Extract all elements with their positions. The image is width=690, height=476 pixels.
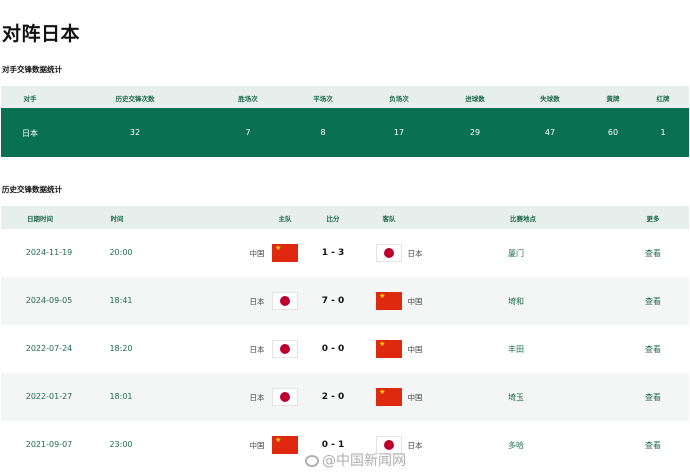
match-row: 2022-07-24 18:20 日本 0 - 0 ★ 中国 丰田 查看 [1,325,689,373]
match-date: 2022-07-24 [25,344,73,353]
match-home-team: 日本 [249,345,265,354]
match-view-link[interactable]: 查看 [645,296,661,307]
china-flag-icon: ★ [272,436,298,454]
china-flag-icon: ★ [376,340,402,358]
stats-cell-matches: 32 [129,128,141,137]
match-score: 0 - 0 [321,344,345,354]
match-time: 20:00 [109,248,133,257]
match-away-team: 中国 [407,345,423,354]
stats-cell-wins: 7 [245,128,251,137]
matches-header-more: 更多 [646,215,660,223]
matches-header-time: 时间 [110,215,124,223]
stats-header-yellow-cards: 黄牌 [606,95,620,103]
match-score: 7 - 0 [321,296,345,306]
match-venue: 埼玉 [508,393,524,402]
stats-header-matches: 历史交锋次数 [115,95,155,103]
match-venue: 多哈 [508,441,524,450]
stats-cell-losses: 17 [393,128,405,137]
stats-cell-goals-for: 29 [469,128,481,137]
match-time: 23:00 [109,440,133,449]
match-away-team: 日本 [407,441,423,450]
stats-cell-goals-against: 47 [544,128,556,137]
match-date: 2024-09-05 [25,296,73,305]
match-away-team: 日本 [407,249,423,258]
match-date: 2021-09-07 [25,440,73,449]
china-flag-icon: ★ [376,292,402,310]
match-row: 2024-11-19 20:00 中国 ★ 1 - 3 日本 厦门 查看 [1,229,689,277]
matches-header-score: 比分 [326,215,340,223]
match-time: 18:41 [109,296,133,305]
matches-header-home: 主队 [278,215,292,223]
stats-cell-draws: 8 [320,128,326,137]
japan-flag-icon [272,388,298,406]
match-view-link[interactable]: 查看 [645,344,661,355]
match-view-link[interactable]: 查看 [645,248,661,259]
stats-header-goals-for: 进球数 [465,95,485,103]
matches-table-header: 日期时间 时间 主队 比分 客队 比赛地点 更多 [1,206,689,229]
match-venue: 埼和 [508,297,524,306]
china-flag-icon: ★ [272,244,298,262]
watermark-text: @中国新闻网 [322,453,406,469]
stats-section-title: 对手交锋数据统计 [2,65,62,74]
matches-header-venue: 比赛地点 [510,215,536,223]
japan-flag-icon [376,244,402,262]
match-time: 18:20 [109,344,133,353]
match-venue: 丰田 [508,345,524,354]
stats-header-wins: 胜场次 [238,95,258,103]
matches-section-title: 历史交锋数据统计 [2,185,62,194]
match-away-team: 中国 [407,393,423,402]
stats-header-draws: 平场次 [313,95,333,103]
match-venue: 厦门 [508,249,524,258]
matches-header-away: 客队 [382,215,396,223]
stats-cell-opponent: 日本 [22,129,38,138]
match-score: 1 - 3 [321,248,345,258]
match-view-link[interactable]: 查看 [645,392,661,403]
match-date: 2024-11-19 [25,248,73,257]
match-date: 2022-01-27 [25,392,73,401]
page-title: 对阵日本 [2,23,81,45]
match-row: 2024-09-05 18:41 日本 7 - 0 ★ 中国 埼和 查看 [1,277,689,325]
match-home-team: 日本 [249,297,265,306]
stats-cell-red-cards: 1 [660,128,666,137]
stats-table-header: 对手 历史交锋次数 胜场次 平场次 负场次 进球数 失球数 黄牌 红牌 [1,86,689,108]
stats-header-red-cards: 红牌 [656,95,670,103]
watermark: @中国新闻网 [305,450,406,470]
match-view-link[interactable]: 查看 [645,440,661,451]
match-home-team: 中国 [249,441,265,450]
matches-header-date: 日期时间 [27,215,53,223]
match-score: 0 - 1 [321,440,345,450]
japan-flag-icon [272,292,298,310]
weibo-logo-icon [305,455,319,467]
match-away-team: 中国 [407,297,423,306]
stats-table-row: 日本 32 7 8 17 29 47 60 1 [1,108,689,157]
japan-flag-icon [272,340,298,358]
match-home-team: 日本 [249,393,265,402]
stats-header-goals-against: 失球数 [540,95,560,103]
stats-cell-yellow-cards: 60 [607,128,619,137]
match-score: 2 - 0 [321,392,345,402]
china-flag-icon: ★ [376,388,402,406]
stats-header-opponent: 对手 [23,95,37,103]
match-home-team: 中国 [249,249,265,258]
match-time: 18:01 [109,392,133,401]
match-row: 2022-01-27 18:01 日本 2 - 0 ★ 中国 埼玉 查看 [1,373,689,421]
stats-header-losses: 负场次 [389,95,409,103]
